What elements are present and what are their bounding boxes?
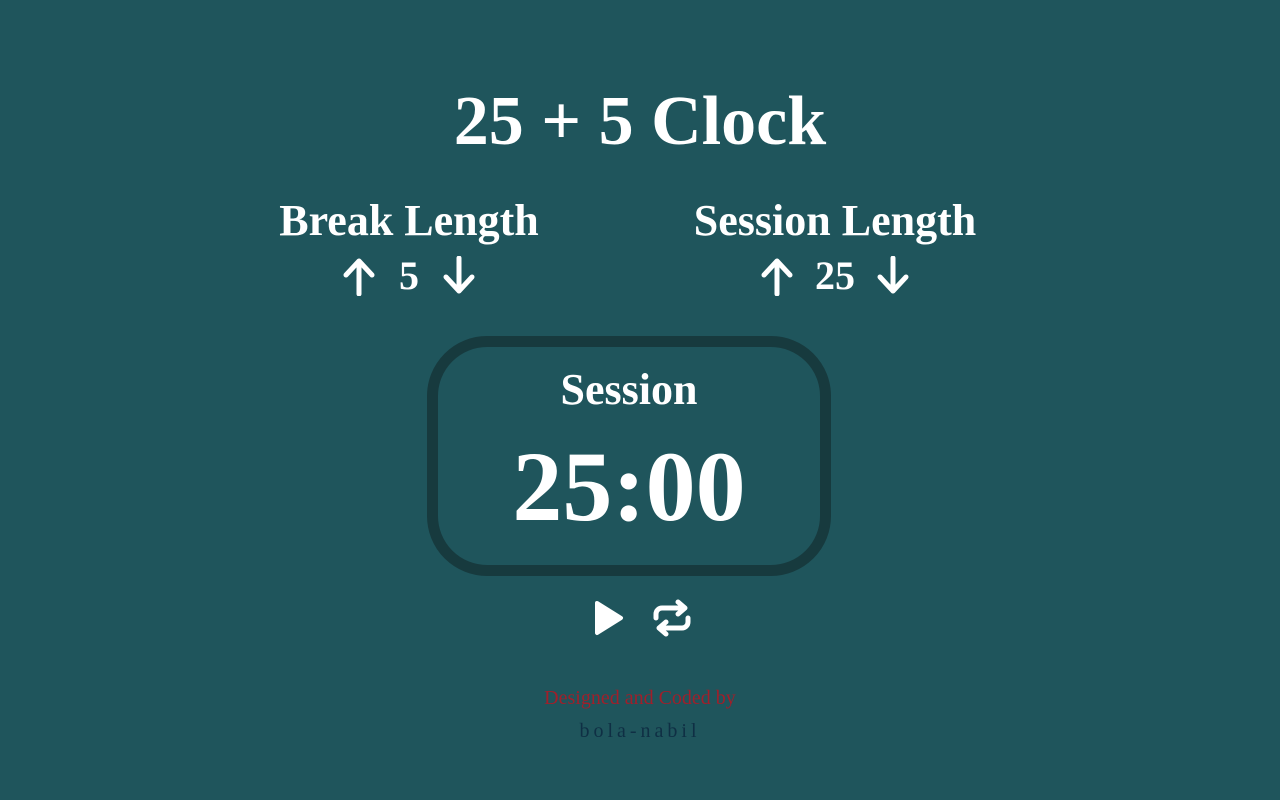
timer-display: Session 25:00 [427, 336, 831, 576]
playback-controls [0, 596, 1280, 640]
footer-author: bola-nabil [579, 720, 701, 742]
session-length-panel: Session Length 25 [635, 196, 1035, 302]
footer-credit: Designed and Coded by [544, 687, 736, 709]
repeat-icon [653, 599, 691, 637]
break-length-panel: Break Length 5 [209, 196, 609, 302]
arrow-up-icon [343, 258, 375, 296]
break-label: Break Length [279, 196, 539, 245]
timer-label: Session [560, 365, 698, 414]
session-length-value: 25 [815, 253, 855, 298]
reset-button[interactable] [650, 596, 694, 640]
session-controls: 25 [635, 250, 1035, 302]
session-decrement-button[interactable] [873, 254, 913, 298]
break-increment-button[interactable] [339, 254, 379, 298]
play-icon [595, 601, 623, 635]
break-decrement-button[interactable] [439, 254, 479, 298]
arrow-down-icon [443, 256, 475, 294]
arrow-up-icon [761, 258, 793, 296]
session-label: Session Length [693, 196, 977, 245]
time-left: 25:00 [512, 431, 746, 542]
start-stop-button[interactable] [586, 596, 630, 640]
session-increment-button[interactable] [757, 254, 797, 298]
footer: Designed and Coded by bola-nabil [0, 684, 1280, 746]
break-length-value: 5 [399, 253, 419, 298]
arrow-down-icon [877, 256, 909, 294]
break-controls: 5 [209, 250, 609, 302]
app-title: 25 + 5 Clock [453, 83, 827, 160]
